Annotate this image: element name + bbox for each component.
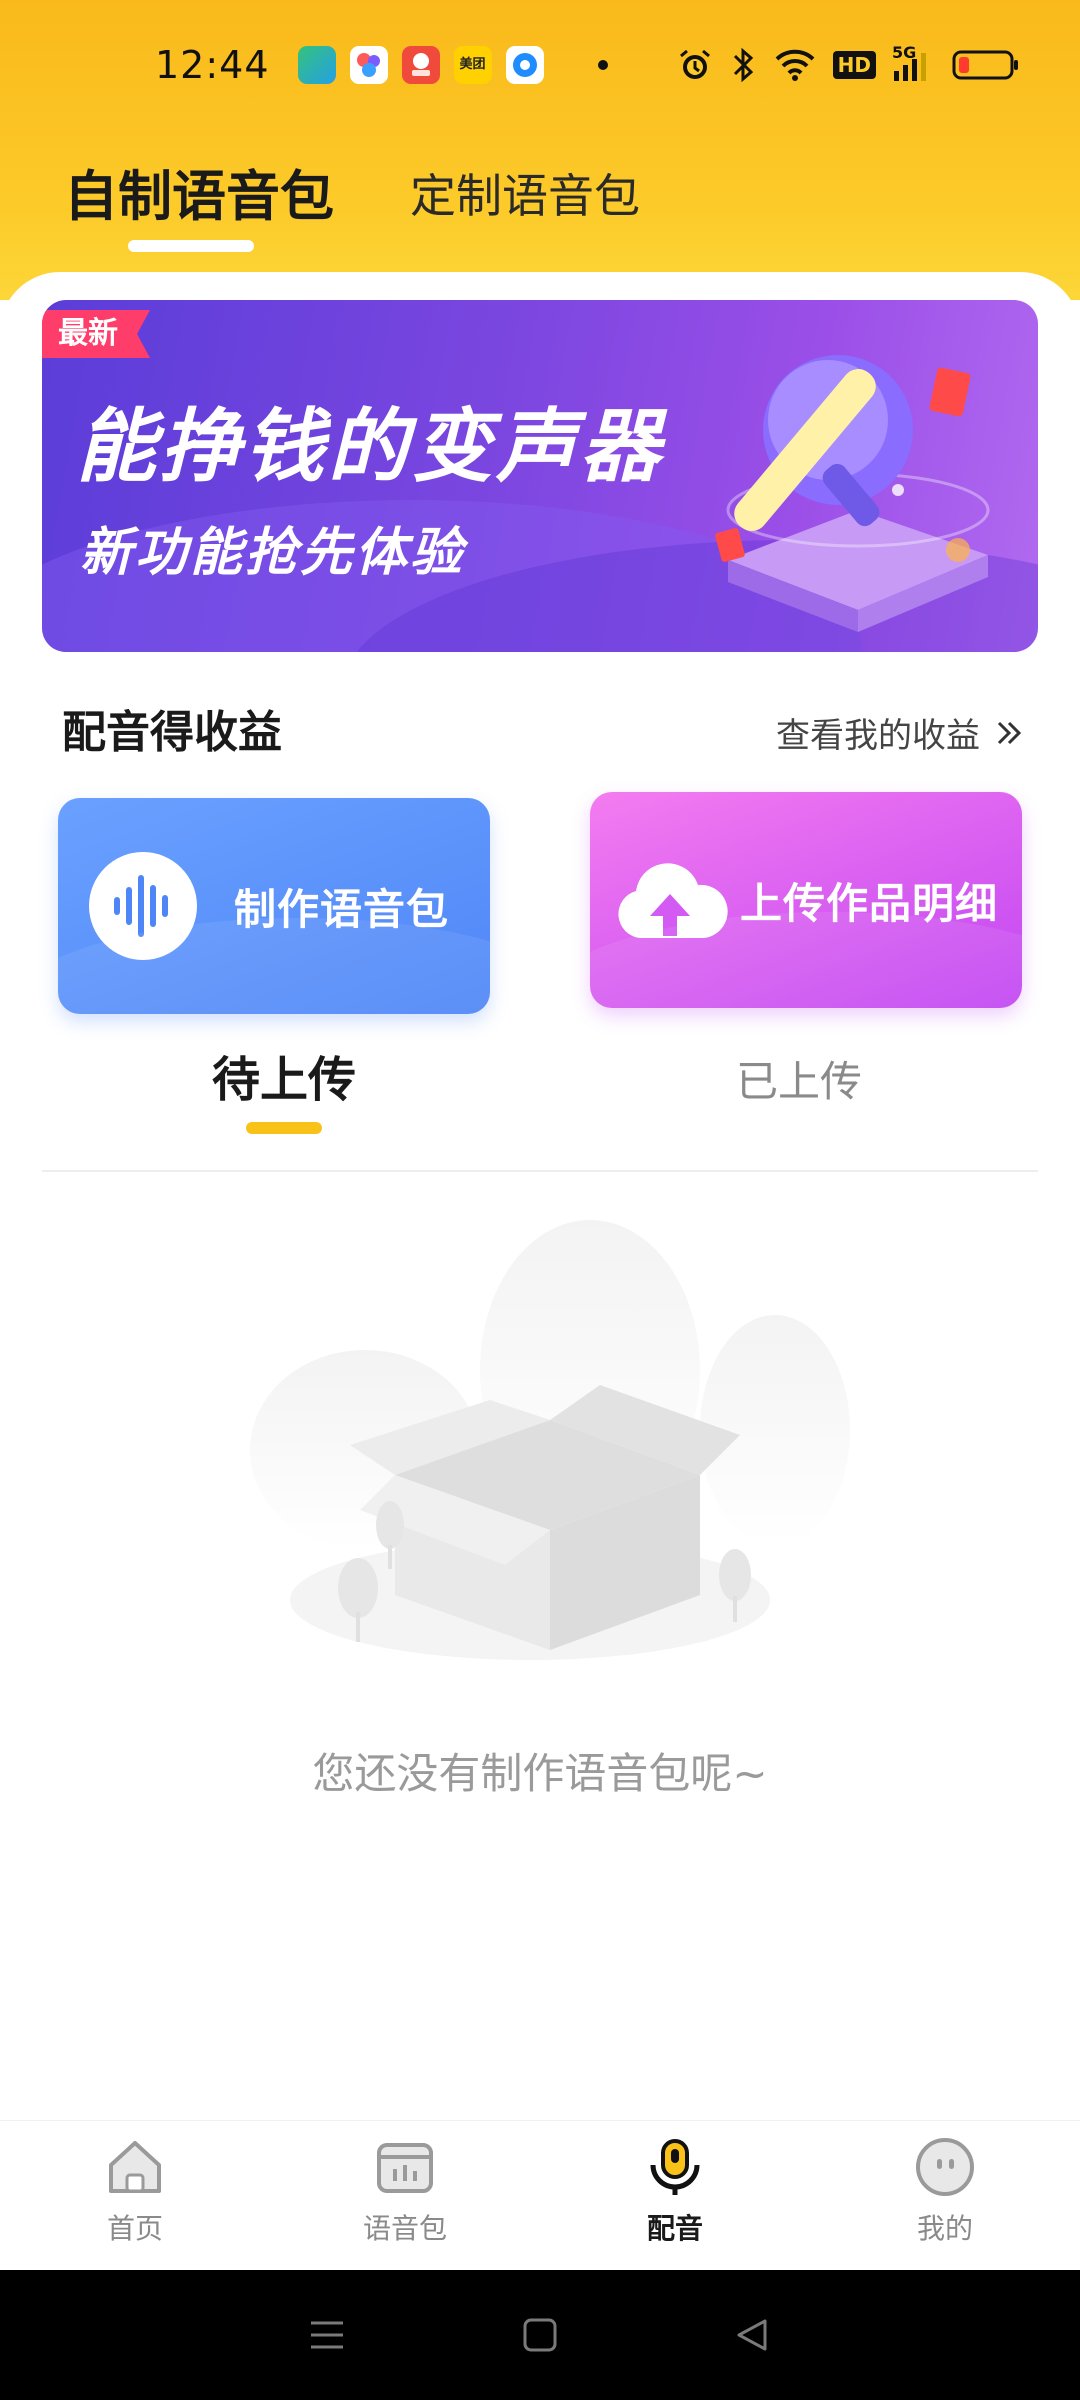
menu-icon[interactable] (305, 2313, 349, 2357)
meituan-app-icon: 美团 (453, 46, 492, 84)
banner-new-badge: 最新 (42, 310, 150, 358)
home-icon (109, 2141, 161, 2193)
nav-voice-pack[interactable]: 语音包 (270, 2121, 540, 2270)
empty-box-illustration (250, 1220, 850, 1660)
wifi-icon (775, 49, 815, 81)
bottom-nav: 首页 语音包 配音 我的 (0, 2120, 1080, 2270)
tab-custom-voice-pack[interactable]: 定制语音包 (410, 160, 640, 226)
home-square-icon[interactable] (518, 2313, 562, 2357)
5g-signal-icon: 5G (892, 43, 936, 83)
nav-home[interactable]: 首页 (0, 2121, 270, 2270)
banner-subtitle: 新功能抢先体验 (80, 523, 466, 583)
tab-uploaded[interactable]: 已上传 (736, 1048, 862, 1109)
make-voice-pack-card[interactable]: 制作语音包 (58, 798, 490, 1014)
green-app-icon (297, 46, 336, 84)
nav-dubbing-label: 配音 (646, 2212, 703, 2245)
view-earnings-label: 查看我的收益 (776, 716, 980, 756)
voice-pack-icon (377, 2143, 433, 2193)
nav-profile-label: 我的 (916, 2212, 973, 2245)
nav-dubbing[interactable]: 配音 (540, 2121, 810, 2270)
double-chevron-right-icon (997, 721, 1022, 744)
blue-circle-app-icon (505, 46, 544, 84)
profile-icon (916, 2138, 974, 2196)
system-nav-bar (0, 2270, 1080, 2400)
nav-home-label: 首页 (106, 2212, 163, 2245)
battery-low-icon (952, 50, 1018, 80)
notification-dot (597, 60, 608, 70)
microphone-icon (650, 2139, 700, 2195)
alarm-icon (679, 49, 710, 79)
view-earnings-link[interactable]: 查看我的收益 (776, 708, 1024, 757)
bluetooth-icon (733, 47, 753, 83)
nav-profile[interactable]: 我的 (810, 2121, 1080, 2270)
hd-icon: HD (832, 51, 876, 79)
status-bar: 12:44 美团 HD 5G (0, 0, 1080, 130)
sub-tab-indicator (246, 1122, 322, 1134)
status-right: HD 5G (677, 43, 1020, 84)
earnings-section-title: 配音得收益 (62, 707, 282, 758)
back-triangle-icon[interactable] (731, 2313, 775, 2357)
top-tabs: 自制语音包 定制语音包 (0, 140, 1080, 260)
magnifier-illustration (715, 355, 990, 632)
divider (42, 1170, 1038, 1172)
top-tab-indicator (128, 240, 254, 252)
nav-voice-pack-label: 语音包 (362, 2212, 447, 2245)
tab-pending-upload[interactable]: 待上传 (212, 1040, 356, 1110)
promo-banner[interactable]: 最新 能挣钱的变声器 新功能抢先体验 (42, 300, 1038, 652)
multicolor-app-icon (349, 46, 388, 84)
upload-details-card[interactable]: 上传作品明细 (590, 792, 1022, 1008)
red-app-icon (401, 46, 440, 84)
empty-state-text: 您还没有制作语音包呢~ (312, 1749, 768, 1798)
status-time: 12:44 (155, 43, 270, 87)
tab-self-made-voice-pack[interactable]: 自制语音包 (64, 152, 334, 231)
banner-title: 能挣钱的变声器 (76, 400, 664, 493)
